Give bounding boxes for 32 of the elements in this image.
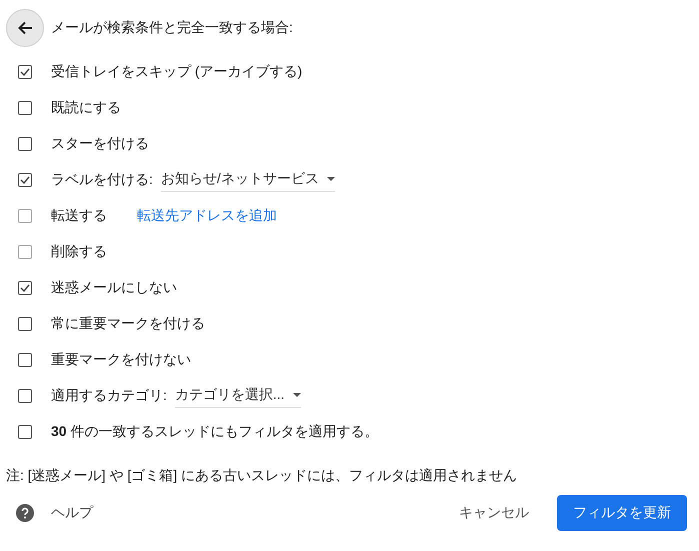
caret-icon (292, 393, 301, 397)
option-label: 重要マークを付けない (51, 351, 191, 369)
note-text: 注: [迷惑メール] や [ゴミ箱] にある古いスレッドには、フィルタは適用されません (6, 466, 518, 485)
option-label: ラベルを付ける: (51, 171, 153, 189)
option-label: 30 件の一致するスレッドにもフィルタを適用する。 (51, 423, 378, 441)
dropdown[interactable]: お知らせ/ネットサービス (160, 168, 335, 192)
caret-icon (326, 177, 335, 181)
checkbox[interactable] (18, 101, 32, 115)
update-filter-button[interactable]: フィルタを更新 (557, 495, 687, 531)
dropdown[interactable]: カテゴリを選択... (174, 384, 301, 408)
back-button[interactable] (6, 9, 44, 47)
option-label: 適用するカテゴリ: (51, 387, 167, 405)
option-label: 転送する (51, 207, 107, 225)
option-label: 受信トレイをスキップ (アーカイブする) (51, 63, 302, 81)
option-label: 既読にする (51, 99, 121, 117)
checkbox[interactable] (18, 389, 32, 403)
cancel-button[interactable]: キャンセル (453, 496, 535, 530)
checkbox[interactable] (18, 353, 32, 367)
checkbox[interactable] (18, 65, 32, 79)
option-label: スターを付ける (51, 135, 149, 153)
back-arrow-icon (17, 20, 33, 36)
criteria-heading: メールが検索条件と完全一致する場合: (51, 19, 293, 37)
checkbox[interactable] (18, 317, 32, 331)
checkbox[interactable] (18, 173, 32, 187)
checkbox[interactable] (18, 137, 32, 151)
checkbox[interactable] (18, 281, 32, 295)
help-link[interactable]: ヘルプ (51, 504, 93, 522)
option-label: 常に重要マークを付ける (51, 315, 205, 333)
checkbox[interactable] (18, 425, 32, 439)
help-icon[interactable] (16, 504, 34, 522)
option-label: 迷惑メールにしない (51, 279, 177, 297)
option-label: 削除する (51, 243, 107, 261)
